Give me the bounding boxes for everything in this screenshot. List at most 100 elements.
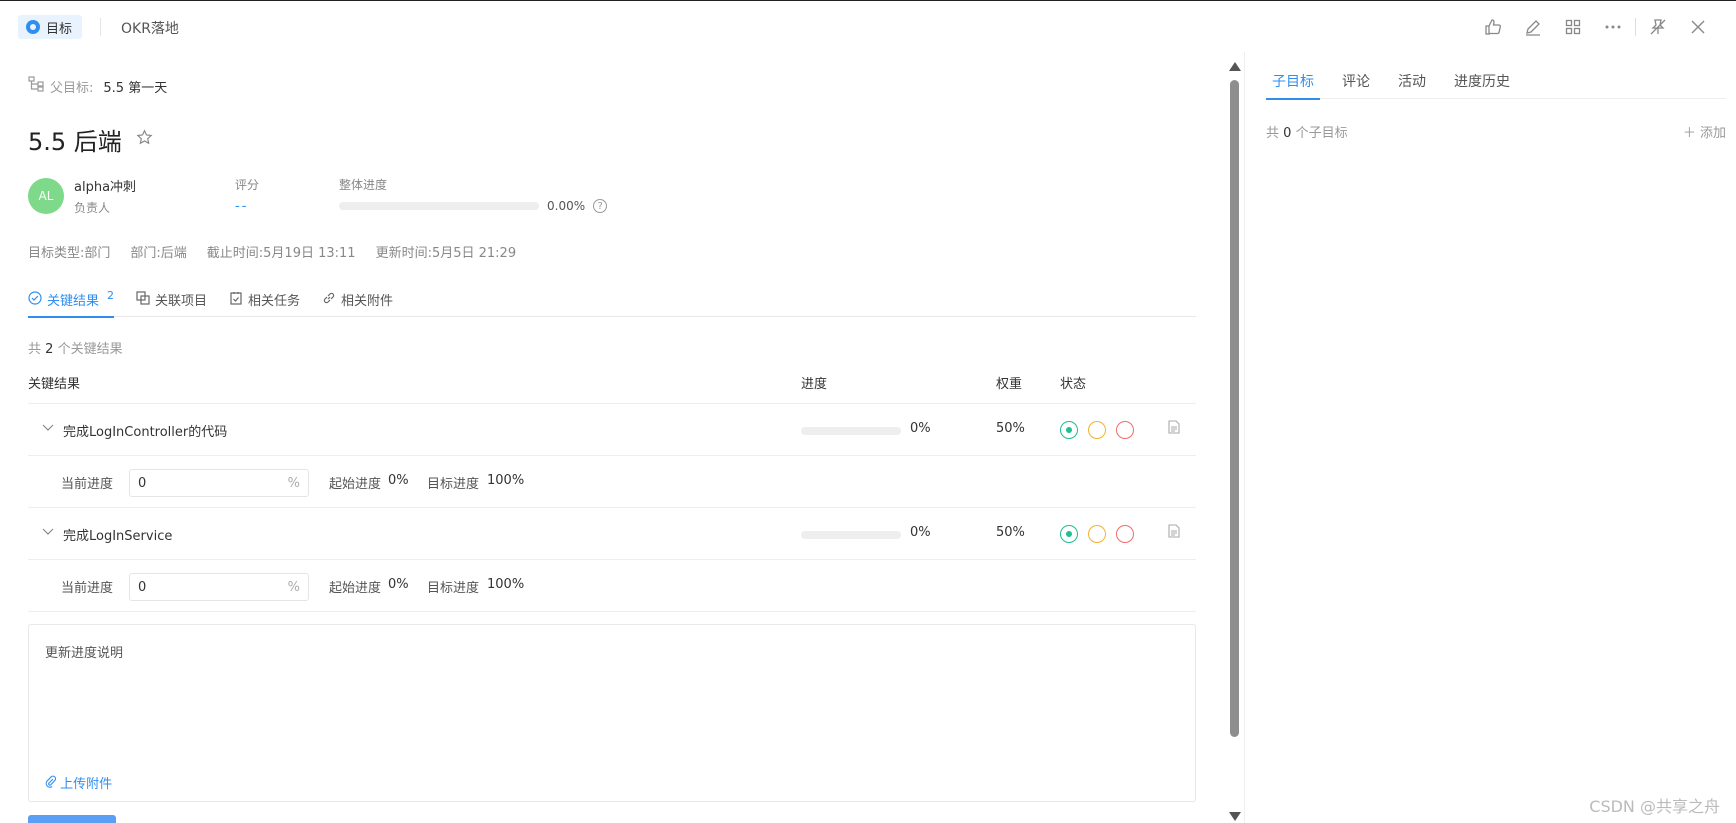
scroll-thumb[interactable] — [1230, 80, 1239, 737]
kr-count-value: 2 — [45, 342, 54, 357]
overall-progress-value: 0.00% — [547, 199, 586, 213]
header-status: 状态 — [1060, 377, 1087, 392]
chevron-down-icon[interactable] — [42, 422, 54, 435]
tab-label: 关键结果 — [47, 294, 100, 309]
submit-button[interactable] — [28, 815, 116, 823]
owner-name: alpha冲刺 — [74, 180, 137, 195]
current-progress-value[interactable]: 0 — [138, 580, 146, 595]
status-risk-radio[interactable] — [1088, 525, 1106, 543]
parent-link[interactable]: 5.5 第一天 — [103, 77, 167, 96]
current-progress-value[interactable]: 0 — [138, 476, 146, 491]
tab-label: 关联项目 — [155, 294, 208, 309]
kr-name[interactable]: 完成LogInService — [63, 525, 172, 544]
current-progress-label: 当前进度 — [61, 581, 114, 596]
target-icon — [26, 20, 40, 34]
status-delay-radio[interactable] — [1116, 525, 1134, 543]
owner: AL alpha冲刺 负责人 — [28, 176, 136, 216]
side-tabs: 子目标 评论 活动 进度历史 — [1266, 62, 1726, 100]
count-prefix: 共 — [1266, 126, 1280, 141]
kr-count: 共 2 个关键结果 — [28, 338, 123, 357]
meta-updated: 更新时间:5月5日 21:29 — [375, 246, 517, 261]
overall-progress-bar — [339, 202, 539, 210]
kr-edit-row: 当前进度 0 % 起始进度 0% 目标进度 100% — [28, 456, 1196, 508]
header-progress: 进度 — [801, 377, 828, 392]
avatar[interactable]: AL — [28, 178, 64, 214]
kr-edit-row: 当前进度 0 % 起始进度 0% 目标进度 100% — [28, 560, 1196, 612]
meta-dept: 部门:后端 — [130, 246, 187, 261]
kr-table-header: 关键结果 进度 权重 状态 — [28, 369, 1196, 404]
document-icon[interactable] — [1168, 524, 1180, 542]
tab-key-results[interactable]: 关键结果 2 — [28, 282, 115, 318]
star-icon[interactable] — [136, 128, 153, 151]
grid-icon[interactable] — [1553, 15, 1593, 39]
unpin-icon[interactable] — [1638, 15, 1678, 39]
target-progress-label: 目标进度 — [427, 477, 480, 492]
overall-progress: 整体进度 0.00% ? — [339, 176, 608, 213]
breadcrumb[interactable]: OKR落地 — [121, 18, 179, 38]
status-delay-radio[interactable] — [1116, 421, 1134, 439]
status-normal-radio[interactable] — [1060, 525, 1078, 543]
score: 评分 -- — [235, 176, 259, 214]
paperclip-icon — [45, 775, 60, 792]
sub-objective-count: 共 0 个子目标 — [1266, 122, 1348, 141]
edit-icon[interactable] — [1513, 15, 1553, 39]
tab-attachments[interactable]: 相关附件 — [322, 282, 393, 317]
kr-row[interactable]: 完成LogInService 0% 50% — [28, 508, 1196, 560]
kr-progress-value: 0% — [910, 421, 931, 436]
textarea-placeholder: 更新进度说明 — [45, 646, 124, 661]
tab-label: 相关任务 — [248, 294, 301, 309]
kr-weight: 50% — [996, 421, 1025, 436]
tab-related-projects[interactable]: 关联项目 — [136, 282, 207, 317]
start-progress-value: 0% — [388, 577, 409, 592]
header-weight: 权重 — [996, 377, 1023, 392]
header-name: 关键结果 — [28, 377, 81, 392]
current-progress-input[interactable]: 0 % — [129, 573, 309, 601]
add-sub-objective-button[interactable]: ＋ 添加 — [1683, 122, 1726, 141]
goal-tag[interactable]: 目标 — [18, 15, 83, 39]
tab-sub-objectives[interactable]: 子目标 — [1266, 62, 1320, 100]
plus-icon: ＋ — [1682, 126, 1696, 141]
title-row: 5.5 后端 — [28, 122, 153, 157]
divider — [1635, 18, 1636, 36]
status-normal-radio[interactable] — [1060, 421, 1078, 439]
start-progress-label: 起始进度 — [329, 581, 382, 596]
score-label: 评分 — [235, 178, 260, 192]
help-icon[interactable]: ? — [593, 199, 608, 213]
project-icon — [136, 290, 150, 309]
watermark: CSDN @共享之舟 — [1589, 797, 1720, 816]
scroll-down-arrow[interactable] — [1229, 812, 1241, 821]
chevron-down-icon[interactable] — [42, 526, 54, 539]
kr-progress-bar — [801, 427, 901, 435]
tab-count: 2 — [107, 289, 115, 302]
scroll-up-arrow[interactable] — [1229, 62, 1241, 71]
kr-count-prefix: 共 — [28, 342, 42, 357]
objective-meta: 目标类型:部门 部门:后端 截止时间:5月19日 13:11 更新时间:5月5日… — [28, 242, 516, 261]
task-icon — [229, 291, 243, 309]
kr-count-suffix: 个关键结果 — [57, 342, 123, 357]
upload-label: 上传附件 — [60, 777, 113, 792]
tab-progress-history[interactable]: 进度历史 — [1448, 62, 1516, 99]
upload-attachment-button[interactable]: 上传附件 — [45, 773, 112, 792]
score-value[interactable]: -- — [235, 199, 259, 214]
tab-related-tasks[interactable]: 相关任务 — [229, 282, 300, 317]
top-actions — [1473, 15, 1718, 39]
current-progress-input[interactable]: 0 % — [129, 469, 309, 497]
page-title[interactable]: 5.5 后端 — [28, 122, 122, 157]
tree-icon — [28, 76, 44, 96]
check-circle-icon — [28, 290, 42, 309]
more-icon[interactable] — [1593, 15, 1633, 39]
owner-role: 负责人 — [74, 201, 111, 215]
parent-objective: 父目标: 5.5 第一天 — [28, 76, 167, 96]
progress-update-textarea[interactable]: 更新进度说明 上传附件 — [28, 624, 1196, 802]
tab-comments[interactable]: 评论 — [1336, 62, 1376, 99]
link-icon — [322, 291, 336, 309]
tab-activity[interactable]: 活动 — [1392, 62, 1432, 99]
status-risk-radio[interactable] — [1088, 421, 1106, 439]
start-progress-label: 起始进度 — [329, 477, 382, 492]
like-icon[interactable] — [1473, 15, 1513, 39]
close-icon[interactable] — [1678, 15, 1718, 39]
document-icon[interactable] — [1168, 420, 1180, 438]
kr-name[interactable]: 完成LogInController的代码 — [63, 421, 227, 440]
scrollbar[interactable] — [1228, 60, 1242, 823]
kr-row[interactable]: 完成LogInController的代码 0% 50% — [28, 404, 1196, 456]
